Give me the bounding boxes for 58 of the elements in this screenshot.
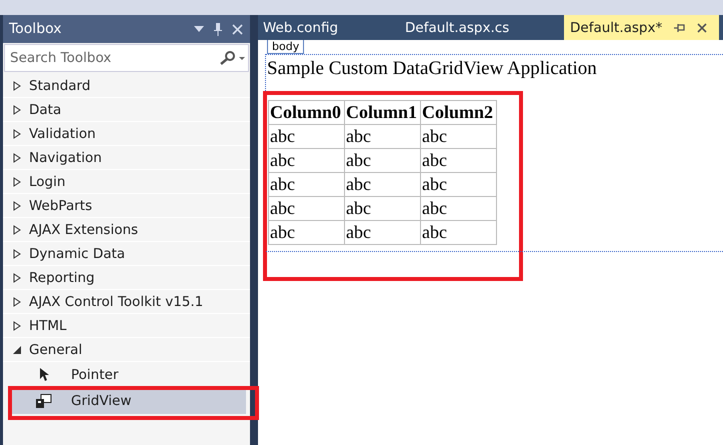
document-tab[interactable]: Web.config bbox=[258, 15, 395, 40]
table-cell: abc bbox=[344, 124, 420, 148]
table-cell: abc bbox=[268, 172, 344, 196]
table-cell: abc bbox=[420, 172, 496, 196]
search-field[interactable]: Search Toolbox bbox=[4, 44, 249, 72]
table-cell: abc bbox=[344, 196, 420, 220]
pin-icon[interactable] bbox=[213, 22, 223, 36]
collapsed-arrow-icon bbox=[13, 80, 21, 90]
toolbox-category[interactable]: AJAX Extensions bbox=[3, 218, 250, 242]
toolbox-category[interactable]: HTML bbox=[3, 314, 250, 338]
toolbox-category[interactable]: General bbox=[3, 338, 250, 362]
toolbox-category[interactable]: WebParts bbox=[3, 194, 250, 218]
collapsed-arrow-icon bbox=[13, 128, 21, 138]
pin-icon[interactable] bbox=[674, 22, 686, 32]
document-tab[interactable]: Default.aspx.cs bbox=[395, 15, 564, 40]
toolbox-category[interactable]: Reporting bbox=[3, 266, 250, 290]
expanded-arrow-icon bbox=[13, 346, 21, 354]
toolbox-item[interactable]: GridView bbox=[9, 388, 246, 414]
collapsed-arrow-icon bbox=[13, 104, 21, 114]
search-input[interactable]: Search Toolbox bbox=[5, 45, 219, 71]
toolbox-category[interactable]: Dynamic Data bbox=[3, 242, 250, 266]
page-heading: Sample Custom DataGridView Application bbox=[267, 57, 598, 81]
table-cell: abc bbox=[268, 124, 344, 148]
grid-control-icon bbox=[35, 394, 53, 408]
table-cell: abc bbox=[268, 196, 344, 220]
table-cell: abc bbox=[420, 196, 496, 220]
table-cell: abc bbox=[344, 148, 420, 172]
close-icon[interactable] bbox=[697, 22, 708, 32]
table-cell: abc bbox=[420, 124, 496, 148]
collapsed-arrow-icon bbox=[13, 152, 21, 162]
toolbox-category[interactable]: Login bbox=[3, 170, 250, 194]
panel-title: Toolbox bbox=[9, 21, 62, 37]
toolbox-category[interactable]: Data bbox=[3, 98, 250, 122]
table-cell: abc bbox=[268, 220, 344, 244]
collapsed-arrow-icon bbox=[13, 248, 21, 258]
collapsed-arrow-icon bbox=[13, 296, 21, 306]
collapsed-arrow-icon bbox=[13, 176, 21, 186]
column-header: Column2 bbox=[420, 100, 496, 124]
column-header: Column1 bbox=[344, 100, 420, 124]
table-cell: abc bbox=[420, 148, 496, 172]
column-header: Column0 bbox=[268, 100, 344, 124]
element-tag: body bbox=[267, 40, 304, 54]
toolbox-category[interactable]: AJAX Control Toolkit v15.1 bbox=[3, 290, 250, 314]
toolbox-category[interactable]: Standard bbox=[3, 74, 250, 98]
collapsed-arrow-icon bbox=[13, 272, 21, 282]
toolbox-item[interactable]: Pointer bbox=[3, 362, 250, 388]
collapsed-arrow-icon bbox=[13, 320, 21, 330]
table-cell: abc bbox=[344, 220, 420, 244]
table-cell: abc bbox=[344, 172, 420, 196]
document-tab[interactable]: Default.aspx* bbox=[564, 15, 720, 40]
toolbox-category[interactable]: Validation bbox=[3, 122, 250, 146]
search-icon[interactable] bbox=[219, 51, 245, 65]
collapsed-arrow-icon bbox=[13, 200, 21, 210]
table-cell: abc bbox=[268, 148, 344, 172]
table-cell: abc bbox=[420, 220, 496, 244]
dropdown-icon[interactable] bbox=[194, 26, 204, 32]
collapsed-arrow-icon bbox=[13, 224, 21, 234]
toolbox-category[interactable]: Navigation bbox=[3, 146, 250, 170]
